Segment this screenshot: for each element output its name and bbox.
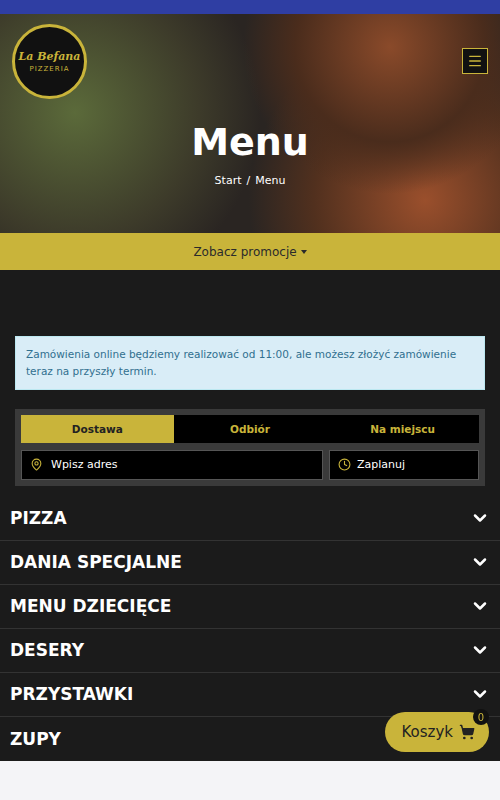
footer xyxy=(0,761,500,800)
order-mode-tab[interactable]: Na miejscu xyxy=(326,415,479,443)
menu-button[interactable] xyxy=(462,48,488,74)
logo-subtitle: PIZZERIA xyxy=(29,65,69,73)
map-pin-icon xyxy=(30,458,43,471)
page: La Befana PIZZERIA Menu Start / Menu Zobacz pr… xyxy=(0,0,500,800)
menu-section: Zamówienia online będziemy realizować od… xyxy=(0,270,500,761)
category-row[interactable]: PIZZA xyxy=(0,497,500,541)
notice: Zamówienia online będziemy realizować od… xyxy=(15,336,485,390)
breadcrumb: Start / Menu xyxy=(215,174,286,187)
logo-name: La Befana xyxy=(19,50,81,63)
order-options: DostawaOdbiórNa miejscu Zaplanuj xyxy=(15,409,485,486)
cart-icon xyxy=(459,724,475,740)
order-mode-tabs: DostawaOdbiórNa miejscu xyxy=(21,415,479,443)
hamburger-icon xyxy=(467,53,483,69)
category-row[interactable]: DANIA SPECJALNE xyxy=(0,541,500,585)
breadcrumb-separator: / xyxy=(246,174,250,187)
chevron-down-icon xyxy=(470,596,490,616)
logo[interactable]: La Befana PIZZERIA xyxy=(12,24,87,99)
cart-count-badge: 0 xyxy=(473,709,489,725)
schedule-field[interactable]: Zaplanuj xyxy=(329,450,479,480)
address-input[interactable] xyxy=(49,457,314,472)
category-row[interactable]: MENU DZIECIĘCE xyxy=(0,585,500,629)
breadcrumb-item[interactable]: Start xyxy=(215,174,242,187)
address-field[interactable] xyxy=(21,450,323,480)
chevron-down-icon xyxy=(470,684,490,704)
hero: La Befana PIZZERIA Menu Start / Menu xyxy=(0,14,500,233)
caret-icon xyxy=(301,250,307,254)
clock-icon xyxy=(338,458,351,471)
order-fields: Zaplanuj xyxy=(21,450,479,480)
page-title: Menu xyxy=(191,118,309,166)
cart-button[interactable]: Koszyk0 xyxy=(385,712,489,752)
chevron-down-icon xyxy=(470,508,490,528)
breadcrumb-item: Menu xyxy=(255,174,285,187)
category-row[interactable]: PRZYSTAWKI xyxy=(0,673,500,717)
top-bar xyxy=(0,0,500,14)
chevron-down-icon xyxy=(470,640,490,660)
order-mode-tab[interactable]: Odbiór xyxy=(174,415,327,443)
promo-toggle[interactable]: Zobacz promocje xyxy=(0,233,500,270)
order-mode-tab[interactable]: Dostawa xyxy=(21,415,174,443)
chevron-down-icon xyxy=(470,552,490,572)
hero-top: La Befana PIZZERIA xyxy=(12,24,488,100)
category-row[interactable]: DESERY xyxy=(0,629,500,673)
